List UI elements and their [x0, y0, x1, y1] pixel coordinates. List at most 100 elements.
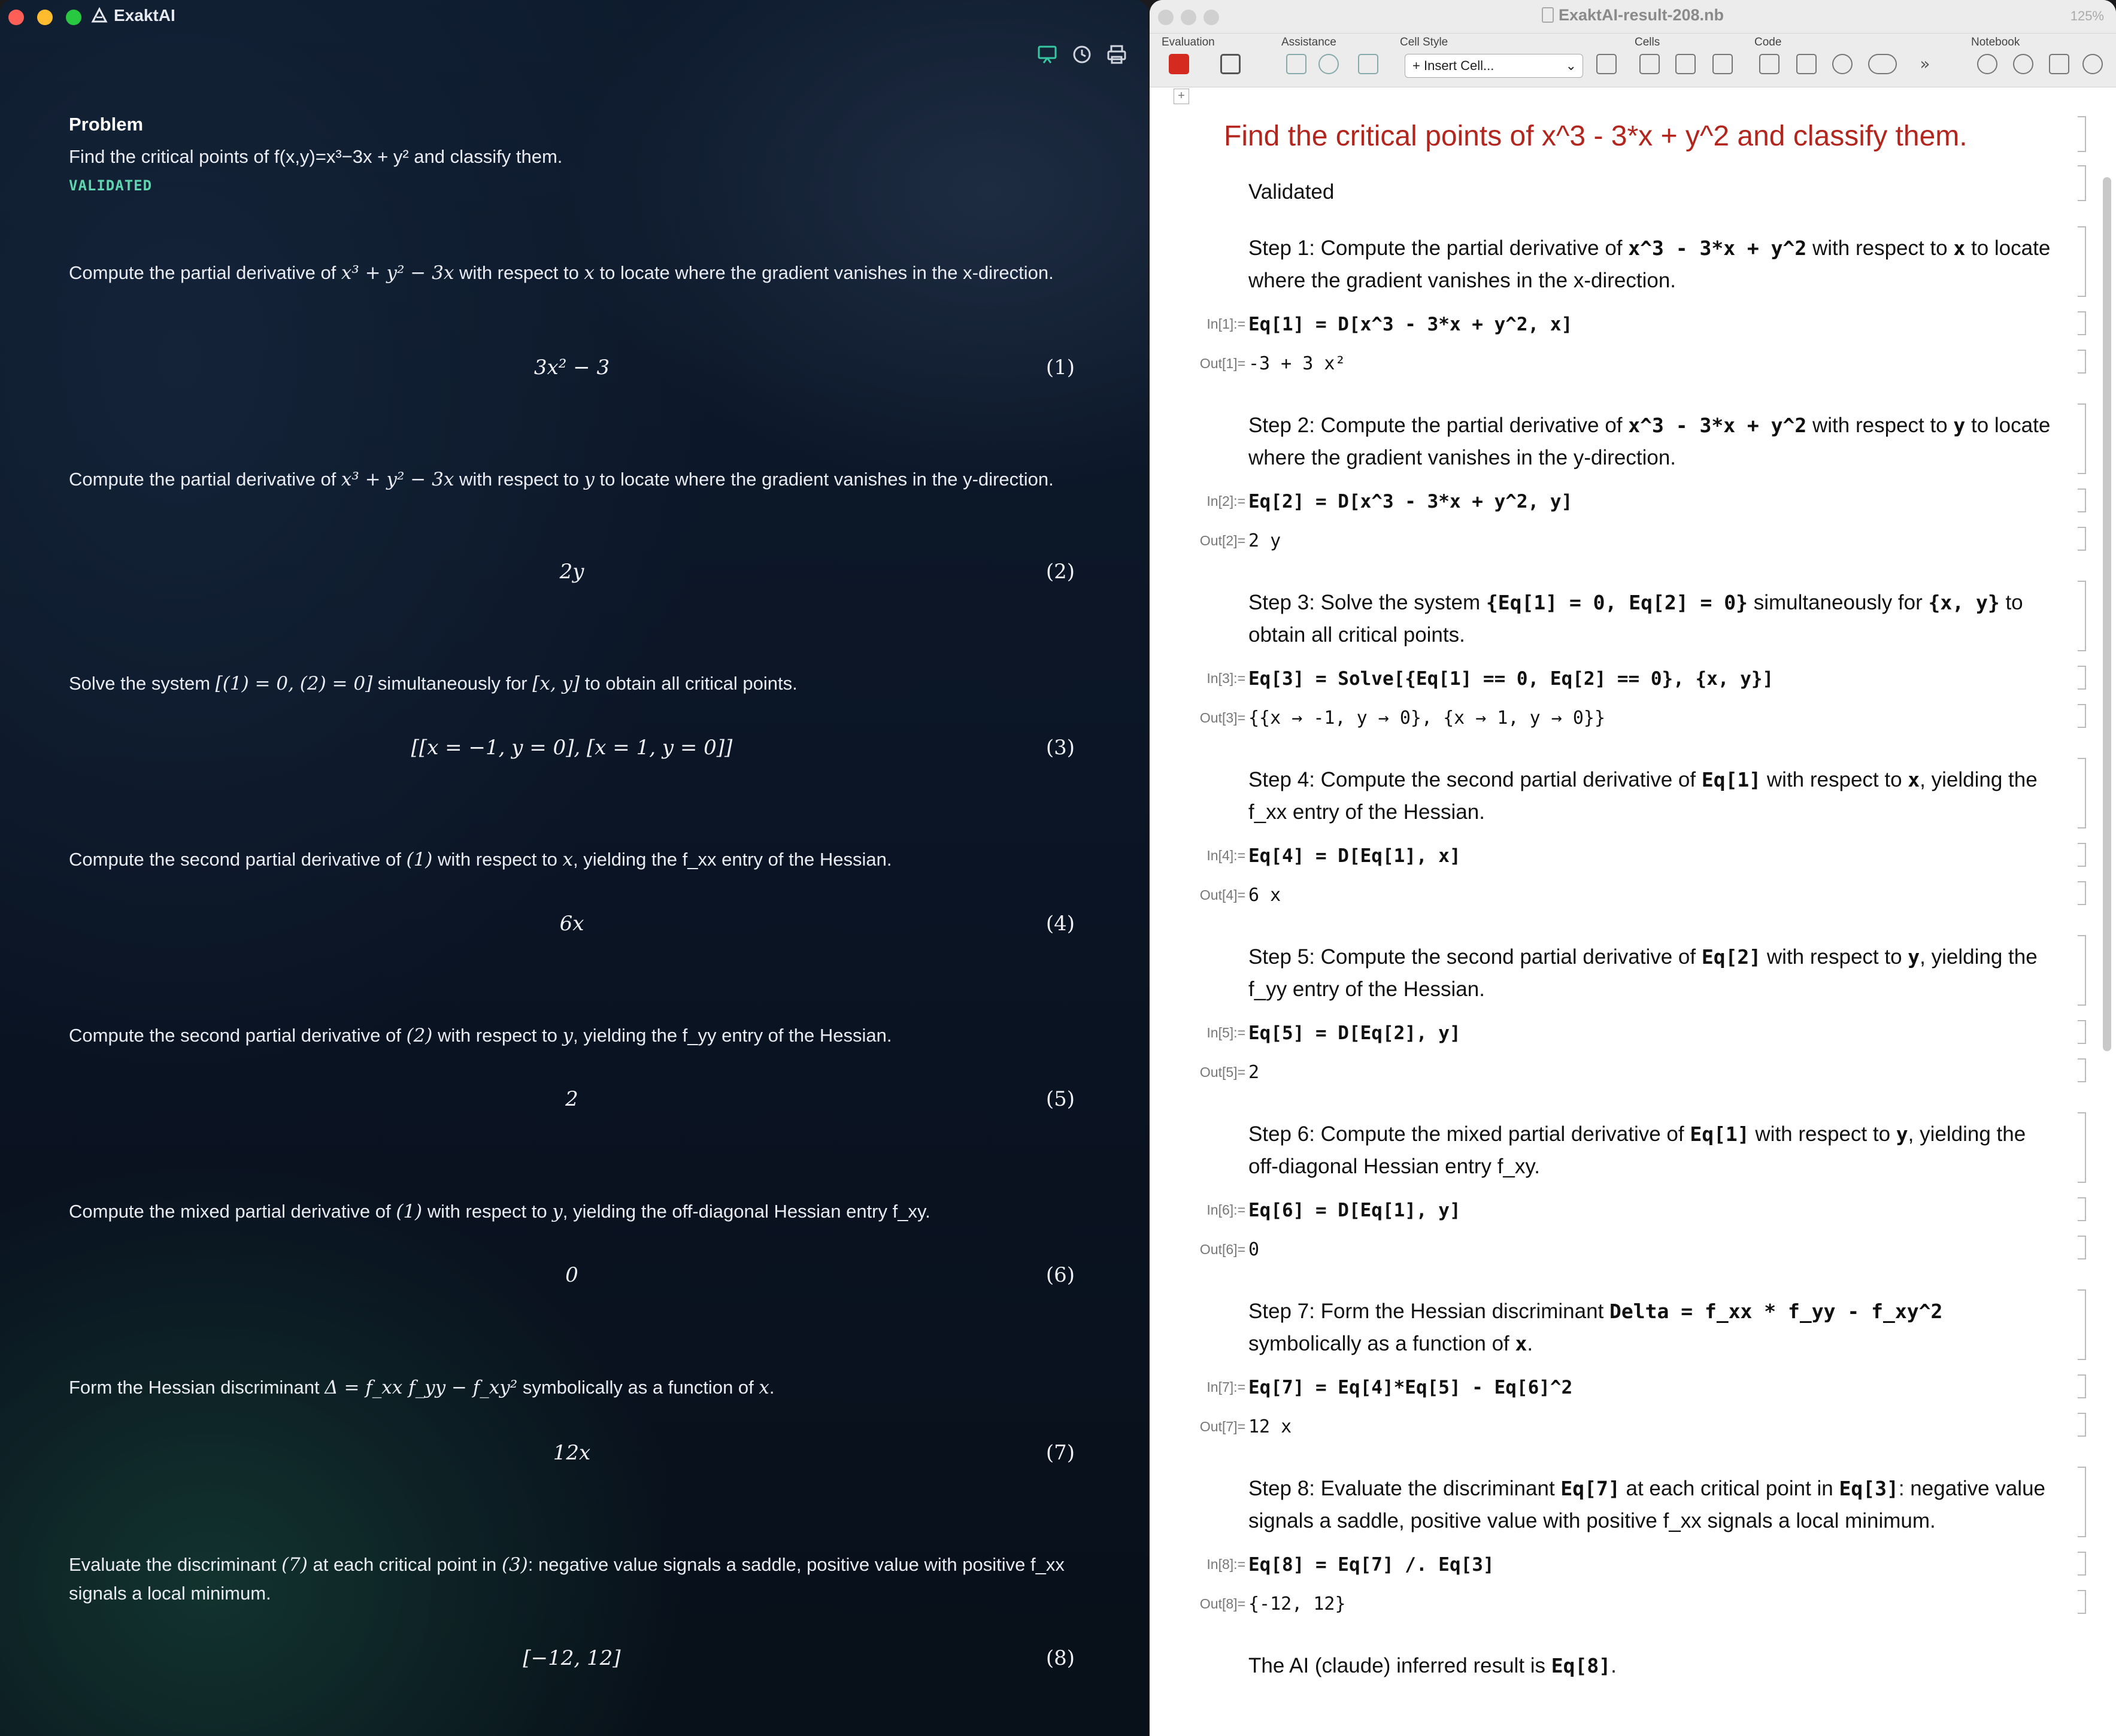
- cell-bracket[interactable]: [2078, 226, 2086, 297]
- cell-bracket[interactable]: [2078, 1590, 2086, 1614]
- step-text-cell[interactable]: Step 5: Compute the second partial deriv…: [1248, 941, 2051, 1006]
- inline-code: Delta = f_xx * f_yy - f_xy^2: [1609, 1300, 1943, 1323]
- validated-text[interactable]: Validated: [1248, 176, 2051, 208]
- output-cell-icon[interactable]: [1712, 54, 1733, 74]
- more-icon[interactable]: [1832, 54, 1853, 74]
- output-cell[interactable]: 2 y: [1248, 530, 1281, 551]
- step-description: Compute the second partial derivative of…: [69, 849, 892, 870]
- equation-number: (1): [1045, 356, 1075, 380]
- notebook-titlebar: ExaktAI-result-208.nb 125%: [1150, 0, 2116, 34]
- cell-bracket[interactable]: [2078, 881, 2086, 905]
- cell-bracket[interactable]: [2078, 1112, 2086, 1183]
- input-cell[interactable]: Eq[7] = Eq[4]*Eq[5] - Eq[6]^2: [1248, 1377, 1572, 1398]
- cell-style-dropdown[interactable]: + Insert Cell... ⌄: [1405, 54, 1583, 78]
- settings-icon[interactable]: [1977, 54, 1997, 74]
- cell-bracket[interactable]: [2078, 350, 2086, 374]
- step-text-cell[interactable]: Step 6: Compute the mixed partial deriva…: [1248, 1118, 2051, 1183]
- input-cell[interactable]: Eq[2] = D[x^3 - 3*x + y^2, y]: [1248, 491, 1572, 512]
- add-cell-icon[interactable]: +: [1174, 89, 1189, 104]
- cell-bracket[interactable]: [2078, 1413, 2086, 1437]
- cell-bracket[interactable]: [2078, 1058, 2086, 1082]
- cell-bracket[interactable]: [2078, 1552, 2086, 1576]
- cell-bracket[interactable]: [2078, 1236, 2086, 1259]
- equation-number: (7): [1045, 1441, 1075, 1465]
- cell-group-icon[interactable]: [1639, 54, 1660, 74]
- output-cell[interactable]: 0: [1248, 1239, 1259, 1260]
- present-icon[interactable]: [2049, 54, 2069, 74]
- clear-cell-icon[interactable]: [1796, 54, 1817, 74]
- output-cell[interactable]: 12 x: [1248, 1416, 1292, 1437]
- lightbulb-icon[interactable]: [1318, 54, 1339, 74]
- cell-bracket[interactable]: [2078, 1289, 2086, 1360]
- cell-bracket[interactable]: [2078, 666, 2086, 690]
- conclusion-text[interactable]: The AI (claude) inferred result is Eq[8]…: [1248, 1650, 2051, 1682]
- print-icon[interactable]: [1105, 43, 1128, 66]
- cell-bracket[interactable]: [2078, 1374, 2086, 1398]
- output-cell[interactable]: 6 x: [1248, 885, 1281, 906]
- search-icon[interactable]: [2082, 54, 2103, 74]
- step-text: at each critical point in: [1620, 1477, 1839, 1500]
- split-cell-icon[interactable]: [1759, 54, 1779, 74]
- titlebar: ExaktAI: [0, 0, 1148, 36]
- zoom-level[interactable]: 125%: [2070, 8, 2104, 24]
- cell-bracket[interactable]: [2078, 116, 2086, 152]
- close-button[interactable]: [8, 10, 24, 25]
- step-description: Compute the partial derivative of x³ + y…: [69, 469, 1054, 490]
- inline-code: Eq[3]: [1839, 1477, 1899, 1500]
- cell-bracket[interactable]: [2078, 527, 2086, 551]
- cell-bracket[interactable]: [2078, 704, 2086, 728]
- step-text-cell[interactable]: Step 4: Compute the second partial deriv…: [1248, 764, 2051, 828]
- input-cell[interactable]: Eq[3] = Solve[{Eq[1] == 0, Eq[2] == 0}, …: [1248, 668, 1774, 690]
- cell-bracket[interactable]: [2078, 581, 2086, 651]
- notebook-title[interactable]: Find the critical points of x^3 - 3*x + …: [1224, 120, 1968, 153]
- history-icon[interactable]: [1071, 43, 1093, 66]
- input-cell[interactable]: Eq[5] = D[Eq[2], y]: [1248, 1022, 1461, 1044]
- step-text: Step 4: Compute the second partial deriv…: [1248, 768, 1702, 791]
- minimize-button[interactable]: [37, 10, 53, 25]
- cell-bracket[interactable]: [2078, 1197, 2086, 1221]
- step-text-cell[interactable]: Step 8: Evaluate the discriminant Eq[7] …: [1248, 1473, 2051, 1537]
- exaktai-window: ExaktAI Problem Find the critical points…: [0, 0, 1148, 1736]
- cell-bracket[interactable]: [2078, 1467, 2086, 1537]
- cell-bracket[interactable]: [2078, 1020, 2086, 1044]
- step-description: Compute the second partial derivative of…: [69, 1025, 892, 1046]
- cell-bracket[interactable]: [2078, 935, 2086, 1006]
- output-cell[interactable]: -3 + 3 x²: [1248, 353, 1346, 374]
- info-icon[interactable]: [1358, 54, 1378, 74]
- input-cell-icon[interactable]: [1675, 54, 1696, 74]
- cloud-upload-icon[interactable]: [2013, 54, 2033, 74]
- assistant-icon[interactable]: [1286, 54, 1306, 74]
- cell-bracket[interactable]: [2078, 758, 2086, 828]
- problem-heading: Problem: [69, 114, 144, 135]
- input-cell[interactable]: Eq[4] = D[Eq[1], x]: [1248, 845, 1461, 867]
- zoom-button[interactable]: [66, 10, 81, 25]
- double-chevron-down-icon[interactable]: »: [1915, 54, 1935, 74]
- cell-bracket[interactable]: [2078, 311, 2086, 335]
- present-icon[interactable]: [1036, 43, 1059, 66]
- step-text-cell[interactable]: Step 3: Solve the system {Eq[1] = 0, Eq[…: [1248, 587, 2051, 651]
- cell-bracket[interactable]: [2078, 843, 2086, 867]
- evaluate-icon[interactable]: [1169, 54, 1189, 74]
- abort-icon[interactable]: [1220, 54, 1241, 74]
- inline-code: Eq[2]: [1701, 945, 1762, 969]
- output-label: Out[7]=: [1199, 1419, 1245, 1434]
- step-text-cell[interactable]: Step 2: Compute the partial derivative o…: [1248, 409, 2051, 474]
- cell-bracket[interactable]: [2078, 403, 2086, 474]
- step-text-cell[interactable]: Step 1: Compute the partial derivative o…: [1248, 232, 2051, 297]
- cell-bracket-icon[interactable]: [1596, 54, 1617, 74]
- step-text: Step 7: Form the Hessian discriminant: [1248, 1300, 1610, 1323]
- output-cell[interactable]: {{x → -1, y → 0}, {x → 1, y → 0}}: [1248, 708, 1605, 729]
- notebook-toolbar: Evaluation Assistance Cell Style Cells C…: [1150, 34, 2116, 87]
- step-text-cell[interactable]: Step 7: Form the Hessian discriminant De…: [1248, 1295, 2051, 1360]
- input-cell[interactable]: Eq[1] = D[x^3 - 3*x + y^2, x]: [1248, 314, 1572, 335]
- code-template-icon[interactable]: [1868, 54, 1897, 74]
- cell-bracket[interactable]: [2078, 165, 2086, 201]
- input-cell[interactable]: Eq[6] = D[Eq[1], y]: [1248, 1200, 1461, 1221]
- problem-text: Find the critical points of f(x,y)=x³−3x…: [69, 146, 563, 167]
- step-result: 12x (7): [553, 1441, 1075, 1465]
- cell-bracket[interactable]: [2078, 488, 2086, 512]
- scrollbar[interactable]: [2103, 177, 2111, 1051]
- input-cell[interactable]: Eq[8] = Eq[7] /. Eq[3]: [1248, 1554, 1494, 1576]
- output-cell[interactable]: {-12, 12}: [1248, 1594, 1346, 1614]
- output-cell[interactable]: 2: [1248, 1062, 1259, 1083]
